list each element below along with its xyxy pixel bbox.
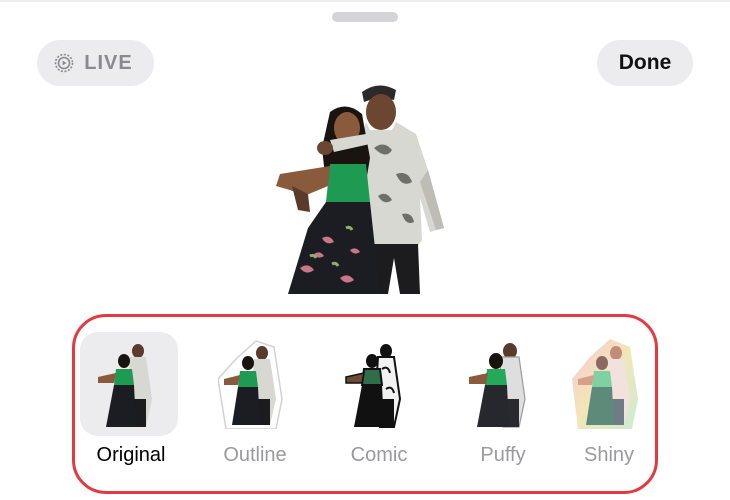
effect-thumbnail-original[interactable] (80, 332, 178, 436)
effect-label-outline: Outline (223, 444, 287, 466)
effect-option-original[interactable]: Original (76, 330, 178, 480)
sticker-thumbnail-image (98, 344, 152, 427)
sheet-grabber[interactable] (332, 12, 398, 22)
effect-thumbnail-comic[interactable] (328, 332, 426, 436)
effect-label-original: Original (96, 444, 166, 466)
sticker-preview (270, 78, 460, 294)
effect-option-comic[interactable]: Comic (324, 330, 424, 480)
sticker-thumbnail-image (572, 339, 638, 429)
sticker-thumbnail-image (345, 344, 402, 428)
effect-option-outline[interactable]: Outline (200, 330, 300, 480)
effect-thumbnail-shiny[interactable] (558, 332, 656, 436)
effect-label-shiny: Shiny (583, 444, 635, 466)
effect-option-puffy[interactable]: Puffy (448, 330, 548, 480)
done-button[interactable]: Done (597, 40, 693, 86)
sticker-subject-image (276, 85, 444, 294)
sticker-thumbnail-image (469, 343, 526, 428)
sheet-top-edge (0, 0, 730, 2)
live-photo-icon (54, 53, 74, 73)
effect-label-comic: Comic (350, 444, 408, 466)
effect-thumbnail-puffy[interactable] (452, 332, 550, 436)
effect-option-shiny[interactable]: Shiny (554, 330, 654, 480)
effect-label-puffy: Puffy (480, 444, 526, 466)
effect-thumbnail-outline[interactable] (204, 332, 302, 436)
live-button[interactable]: LIVE (37, 40, 154, 86)
live-label: LIVE (84, 51, 133, 74)
sticker-thumbnail-image (218, 340, 283, 429)
